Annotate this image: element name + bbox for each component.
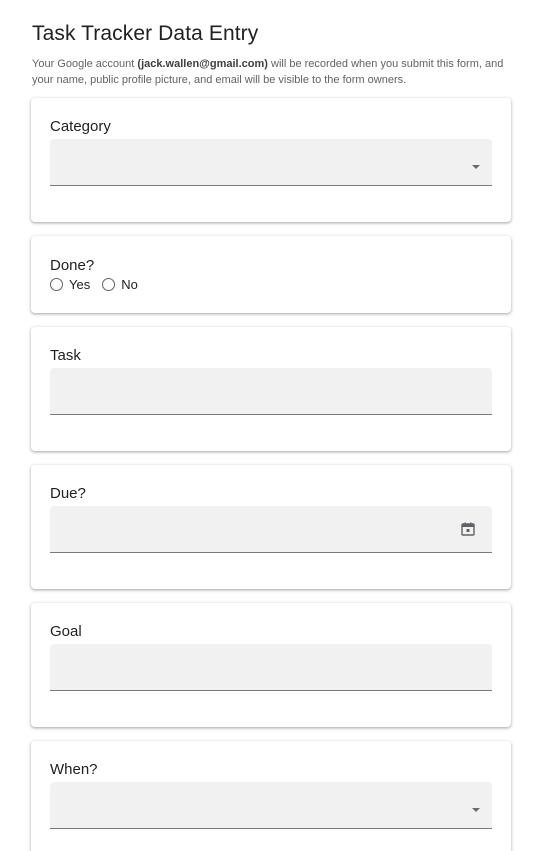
due-date-input[interactable] xyxy=(50,506,492,553)
question-card-when: When? xyxy=(31,741,511,851)
question-card-category: Category xyxy=(31,98,511,222)
radio-circle-icon[interactable] xyxy=(102,278,116,291)
question-label-goal: Goal xyxy=(50,623,82,640)
question-card-goal: Goal xyxy=(31,603,511,727)
dropdown-arrow-icon xyxy=(472,165,480,169)
calendar-icon[interactable] xyxy=(461,522,475,536)
task-input[interactable] xyxy=(50,368,492,415)
category-dropdown[interactable] xyxy=(50,139,492,186)
radio-option-yes[interactable]: Yes xyxy=(50,277,90,292)
question-card-due: Due? xyxy=(31,465,511,589)
radio-circle-icon[interactable] xyxy=(50,278,63,291)
question-label-when: When? xyxy=(50,761,98,778)
radio-option-no[interactable]: No xyxy=(102,277,138,292)
question-label-category: Category xyxy=(50,118,111,135)
goal-input[interactable] xyxy=(50,644,492,691)
when-dropdown[interactable] xyxy=(50,782,492,829)
question-label-done: Done? xyxy=(50,257,95,274)
question-card-done: Done? Yes No xyxy=(31,236,511,313)
dropdown-arrow-icon xyxy=(472,808,480,812)
account-notice: Your Google account (jack.wallen@gmail.c… xyxy=(32,56,512,88)
account-email: (jack.wallen@gmail.com) xyxy=(137,58,268,70)
question-card-task: Task xyxy=(31,327,511,451)
form-page: Task Tracker Data Entry Your Google acco… xyxy=(0,0,540,851)
question-label-task: Task xyxy=(50,347,81,364)
form-title: Task Tracker Data Entry xyxy=(32,22,259,45)
radio-label-yes: Yes xyxy=(69,277,91,292)
question-label-due: Due? xyxy=(50,485,86,502)
radio-label-no: No xyxy=(121,277,138,292)
notice-prefix: Your Google account xyxy=(32,58,138,70)
done-radio-group: Yes No xyxy=(50,277,150,292)
